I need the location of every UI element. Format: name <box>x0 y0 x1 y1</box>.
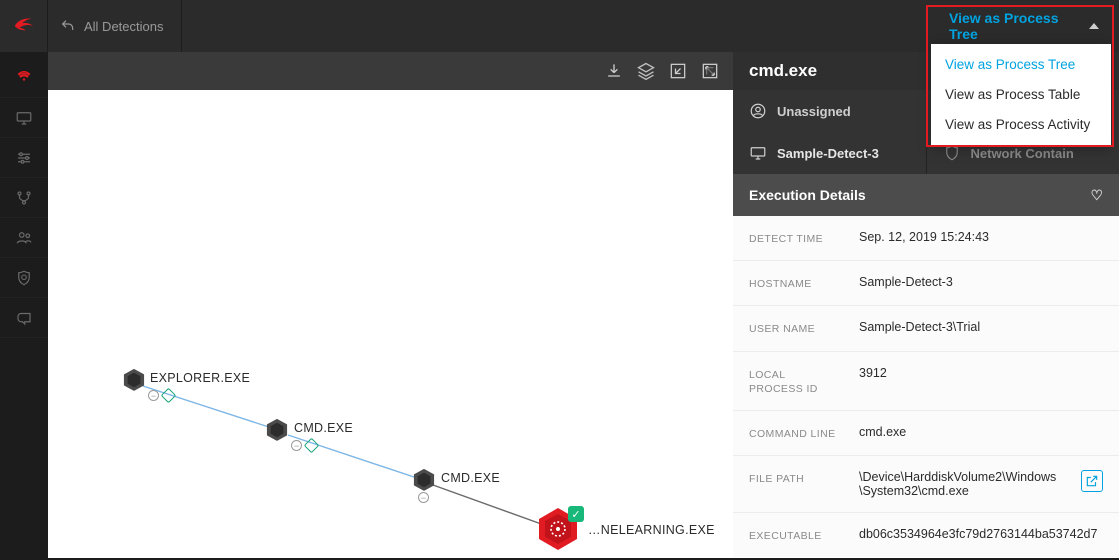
rail-shield[interactable] <box>0 258 48 298</box>
node-controls-cmd2[interactable]: − <box>418 492 429 503</box>
field-hostname: HOSTNAME Sample-Detect-3 <box>733 261 1119 306</box>
rail-users[interactable] <box>0 218 48 258</box>
signal-icon <box>15 69 33 87</box>
gear-icon[interactable] <box>306 440 317 451</box>
assigned-label: Unassigned <box>777 104 851 119</box>
download-icon <box>604 61 624 81</box>
collapse-icon[interactable]: − <box>148 390 159 401</box>
heart-outline-icon[interactable]: ♡ <box>1090 187 1103 204</box>
canvas-layers[interactable] <box>635 60 657 82</box>
canvas-expand-diag[interactable] <box>667 60 689 82</box>
field-key: DETECT TIME <box>749 230 839 246</box>
undo-arrow-icon <box>60 18 76 34</box>
field-key: HOSTNAME <box>749 275 839 291</box>
layers-icon <box>636 61 656 81</box>
field-key: EXECUTABLE <box>749 527 839 543</box>
canvas-expand-full[interactable] <box>699 60 721 82</box>
field-value: cmd.exe <box>859 425 1103 439</box>
assigned-cell[interactable]: Unassigned <box>733 90 926 132</box>
rail-branch[interactable] <box>0 178 48 218</box>
brand-logo <box>0 0 48 52</box>
host-cell[interactable]: Sample-Detect-3 <box>733 132 926 174</box>
rail-signal[interactable] <box>0 58 48 98</box>
shield-loop-icon <box>15 269 33 287</box>
process-label: CMD.EXE <box>441 471 500 485</box>
users-icon <box>15 229 33 247</box>
canvas-toolbar <box>48 52 733 90</box>
execution-details-body: DETECT TIME Sep. 12, 2019 15:24:43 HOSTN… <box>733 216 1119 557</box>
view-option-process-table[interactable]: View as Process Table <box>931 80 1111 110</box>
field-value: db06c3534964e3fc79d2763144ba53742d7 <box>859 527 1103 541</box>
field-value: Sep. 12, 2019 15:24:43 <box>859 230 1103 244</box>
process-tree-canvas[interactable]: EXPLORER.EXE − CMD.EXE − CMD.EXE − ✓ …NE… <box>48 90 733 558</box>
open-external-button[interactable] <box>1081 470 1103 492</box>
node-controls-cmd1[interactable]: − <box>291 440 317 451</box>
field-username: USER NAME Sample-Detect-3\Trial <box>733 306 1119 351</box>
section-title-label: Execution Details <box>749 187 866 203</box>
field-key: FILE PATH <box>749 470 839 486</box>
view-option-process-tree[interactable]: View as Process Tree <box>931 50 1111 80</box>
message-icon <box>15 309 33 327</box>
execution-details-header[interactable]: Execution Details ♡ <box>733 174 1119 216</box>
expand-full-icon <box>700 61 720 81</box>
view-option-process-activity[interactable]: View as Process Activity <box>931 110 1111 140</box>
field-value: Sample-Detect-3\Trial <box>859 320 1103 334</box>
monitor-icon <box>15 109 33 127</box>
collapse-icon[interactable]: − <box>418 492 429 503</box>
rail-sliders[interactable] <box>0 138 48 178</box>
view-as-dropdown: View as Process Tree View as Process Tab… <box>931 44 1111 147</box>
view-trigger-label: View as Process Tree <box>949 10 1081 42</box>
process-label: CMD.EXE <box>294 421 353 435</box>
caret-up-icon <box>1089 23 1099 29</box>
collapse-icon[interactable]: − <box>291 440 302 451</box>
left-rail <box>0 52 48 558</box>
field-key: LOCAL PROCESS ID <box>749 366 839 396</box>
network-contain-label: Network Contain <box>971 146 1074 161</box>
back-label: All Detections <box>84 19 163 34</box>
shield-icon <box>943 144 961 162</box>
process-label: …NELEARNING.EXE <box>588 523 715 537</box>
node-controls-explorer[interactable]: − <box>148 390 174 401</box>
field-cmdline: COMMAND LINE cmd.exe <box>733 411 1119 456</box>
field-executable: EXECUTABLE db06c3534964e3fc79d2763144ba5… <box>733 513 1119 557</box>
sliders-icon <box>15 149 33 167</box>
branch-icon <box>15 189 33 207</box>
process-node-cmd1[interactable] <box>266 418 288 442</box>
back-all-detections[interactable]: All Detections <box>48 0 182 52</box>
field-value: 3912 <box>859 366 1103 380</box>
rail-message[interactable] <box>0 298 48 338</box>
field-key: USER NAME <box>749 320 839 336</box>
check-badge-icon: ✓ <box>568 506 584 522</box>
host-label: Sample-Detect-3 <box>777 146 879 161</box>
process-node-cmd2[interactable] <box>413 468 435 492</box>
open-external-icon <box>1085 474 1099 488</box>
field-filepath: FILE PATH \Device\HarddiskVolume2\Window… <box>733 456 1119 513</box>
expand-diag-icon <box>668 61 688 81</box>
gear-icon[interactable] <box>163 390 174 401</box>
field-detect-time: DETECT TIME Sep. 12, 2019 15:24:43 <box>733 216 1119 261</box>
user-circle-icon <box>749 102 767 120</box>
process-tree-canvas-area: EXPLORER.EXE − CMD.EXE − CMD.EXE − ✓ …NE… <box>48 52 733 558</box>
process-label: EXPLORER.EXE <box>150 371 250 385</box>
field-value: Sample-Detect-3 <box>859 275 1103 289</box>
field-key: COMMAND LINE <box>749 425 839 441</box>
rail-monitor[interactable] <box>0 98 48 138</box>
field-value: \Device\HarddiskVolume2\Windows\System32… <box>859 470 1061 498</box>
process-node-explorer[interactable] <box>123 368 145 392</box>
monitor-icon <box>749 144 767 162</box>
field-pid: LOCAL PROCESS ID 3912 <box>733 352 1119 411</box>
canvas-download[interactable] <box>603 60 625 82</box>
